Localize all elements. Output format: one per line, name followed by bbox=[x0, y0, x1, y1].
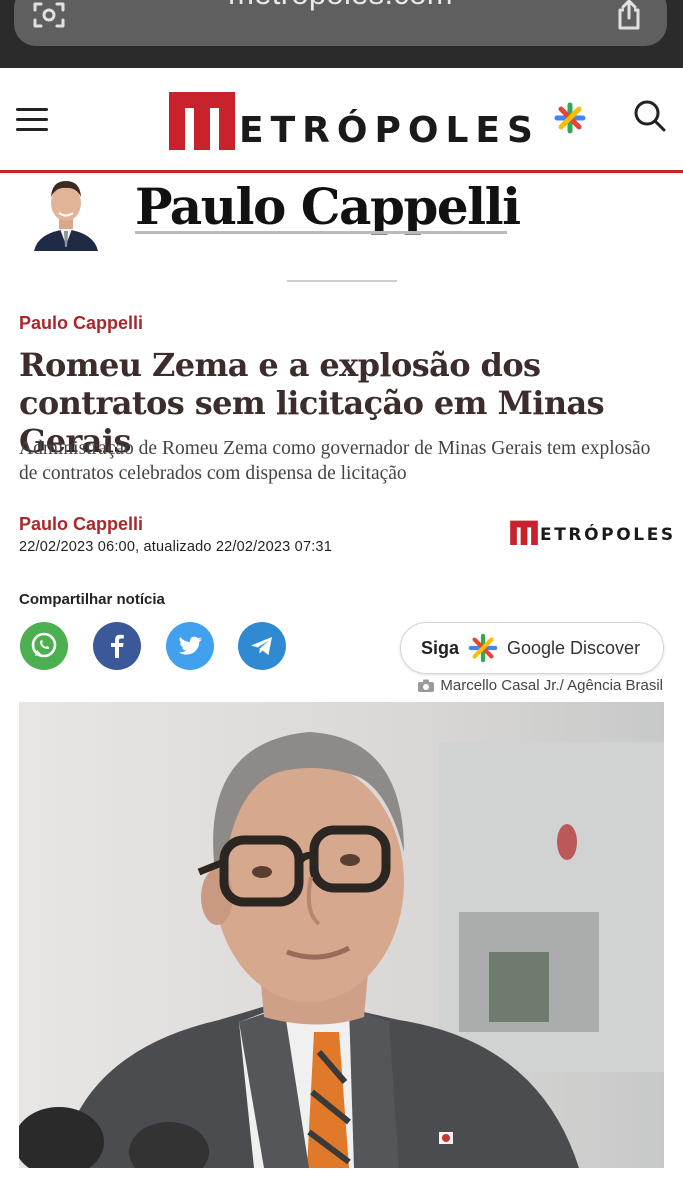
google-discover-icon bbox=[468, 633, 498, 663]
facebook-icon bbox=[111, 634, 124, 658]
source-logo-text: ETRÓPOLES bbox=[540, 525, 676, 545]
article-photo bbox=[19, 702, 664, 1168]
search-icon[interactable] bbox=[633, 99, 667, 133]
follow-siga-label: Siga bbox=[421, 638, 460, 658]
article-author[interactable]: Paulo Cappelli bbox=[19, 514, 143, 535]
columnist-name[interactable]: Paulo Cappelli bbox=[135, 177, 521, 236]
google-discover-star-icon[interactable] bbox=[554, 102, 586, 134]
share-icon[interactable] bbox=[614, 0, 644, 37]
columnist-banner: Paulo Cappelli bbox=[0, 173, 683, 283]
site-header: ETRÓPOLES bbox=[0, 68, 683, 173]
follow-service-label: Google Discover bbox=[507, 638, 641, 658]
hamburger-icon[interactable] bbox=[16, 108, 48, 132]
source-logo: ETRÓPOLES bbox=[510, 519, 673, 547]
twitter-share-button[interactable] bbox=[166, 622, 214, 670]
name-underline bbox=[135, 231, 507, 234]
browser-toolbar: metropoles.com bbox=[0, 0, 683, 68]
logo-m-mark bbox=[169, 92, 235, 150]
whatsapp-share-button[interactable] bbox=[20, 622, 68, 670]
article-kicker[interactable]: Paulo Cappelli bbox=[19, 313, 143, 334]
columnist-avatar bbox=[30, 173, 102, 251]
telegram-share-button[interactable] bbox=[238, 622, 286, 670]
photo-credit-text: Marcello Casal Jr./ Agência Brasil bbox=[440, 677, 663, 694]
section-divider bbox=[287, 280, 397, 282]
twitter-icon bbox=[179, 636, 202, 655]
article-dates: 22/02/2023 06:00, atualizado 22/02/2023 … bbox=[19, 539, 332, 555]
share-label: Compartilhar notícia bbox=[19, 591, 165, 608]
address-bar[interactable]: metropoles.com bbox=[14, 0, 667, 46]
photo-credit: Marcello Casal Jr./ Agência Brasil bbox=[418, 677, 663, 694]
camera-icon bbox=[418, 679, 435, 692]
whatsapp-icon bbox=[31, 632, 57, 658]
facebook-share-button[interactable] bbox=[93, 622, 141, 670]
logo-wordmark: ETRÓPOLES bbox=[239, 110, 540, 151]
telegram-icon bbox=[251, 637, 272, 655]
url-text: metropoles.com bbox=[14, 0, 667, 12]
follow-google-discover-button[interactable]: Siga Google Discover bbox=[400, 622, 664, 674]
article-subhead: Administração de Romeu Zema como governa… bbox=[19, 438, 651, 484]
logo-m-mark-small bbox=[510, 520, 538, 545]
